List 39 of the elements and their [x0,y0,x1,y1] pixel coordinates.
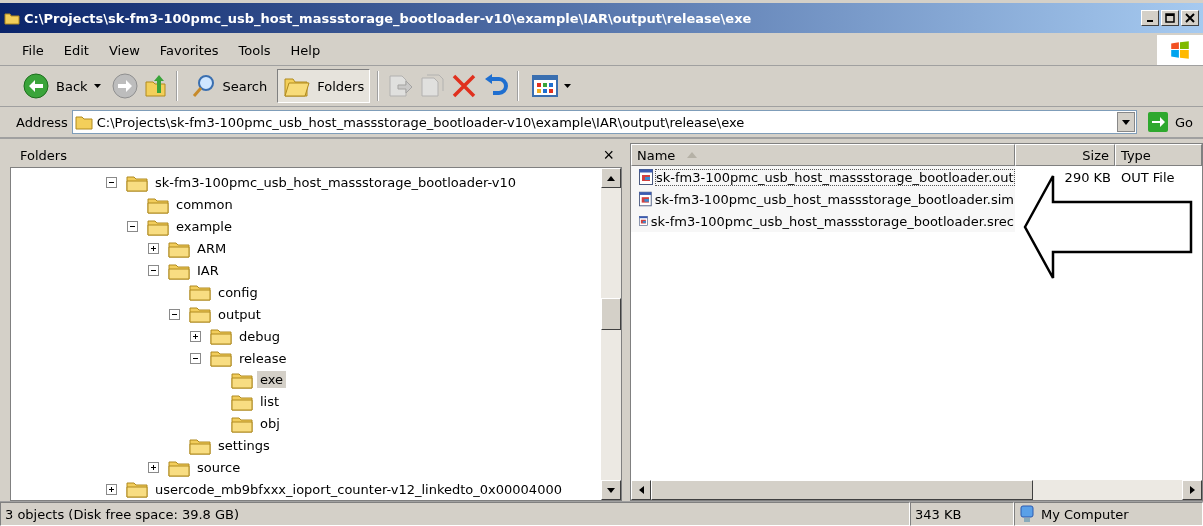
tree-item[interactable]: IAR [194,262,222,279]
menu-item[interactable]: File [12,42,54,58]
menu-item[interactable]: Help [280,42,331,58]
tree-item[interactable]: ARM [194,240,230,258]
search-button[interactable]: Search [184,69,274,103]
menu-item[interactable]: View [98,42,150,58]
pane-title: Folders [20,147,67,163]
close-pane-button[interactable]: × [603,146,614,164]
window-title: C:\Projects\sk-fm3-100pmc_usb_host_massstorage_bootloader-v10\example\IAR\output\release\exe [24,10,753,26]
menu-item[interactable]: Favorites [149,42,229,58]
file-size: 290 KB [1063,169,1111,185]
tree-item[interactable]: sk-fm3-100pmc_usb_host_massstorage_bootloader-v10 [152,174,520,192]
address-label: Address [16,114,68,130]
column-header[interactable]: Type [1115,144,1202,166]
menu-item[interactable]: Tools [228,42,281,58]
tree-item[interactable]: debug [236,327,283,345]
file-type: OUT File [1120,169,1175,185]
status-size: 343 KB [910,502,1014,526]
folders-button[interactable]: Folders [277,69,371,103]
status-text: 3 objects (Disk free space: 39.8 GB) [0,502,910,526]
tree-item[interactable]: source [194,459,244,476]
tree-item[interactable]: settings [215,437,273,455]
back-button[interactable]: Back [16,69,107,103]
go-button[interactable]: Go [1140,111,1197,133]
tree-item[interactable]: release [236,349,290,367]
tree-item[interactable]: exe [257,371,287,389]
tree-item[interactable]: obj [257,415,283,433]
tree-item[interactable]: output [215,305,264,323]
tree-item[interactable]: example [173,218,235,236]
column-header[interactable]: Size [1015,144,1115,166]
tree-item[interactable]: common [173,196,236,214]
zone-label: My Computer [1041,506,1129,522]
tree-item[interactable]: list [257,393,283,411]
file-name[interactable]: sk-fm3-100pmc_usb_host_massstorage_bootloader.out [655,168,1015,186]
tree-item[interactable]: config [215,283,261,301]
menu-item[interactable]: Edit [53,42,99,58]
tree-item[interactable]: usercode_mb9bfxxx_ioport_counter-v12_linkedto_0x00004000 [152,480,565,498]
column-header[interactable]: Name [631,144,1015,166]
address-field[interactable]: C:\Projects\sk-fm3-100pmc_usb_host_massstorage_bootloader-v10\example\IAR\output\release\exe [71,110,1137,134]
